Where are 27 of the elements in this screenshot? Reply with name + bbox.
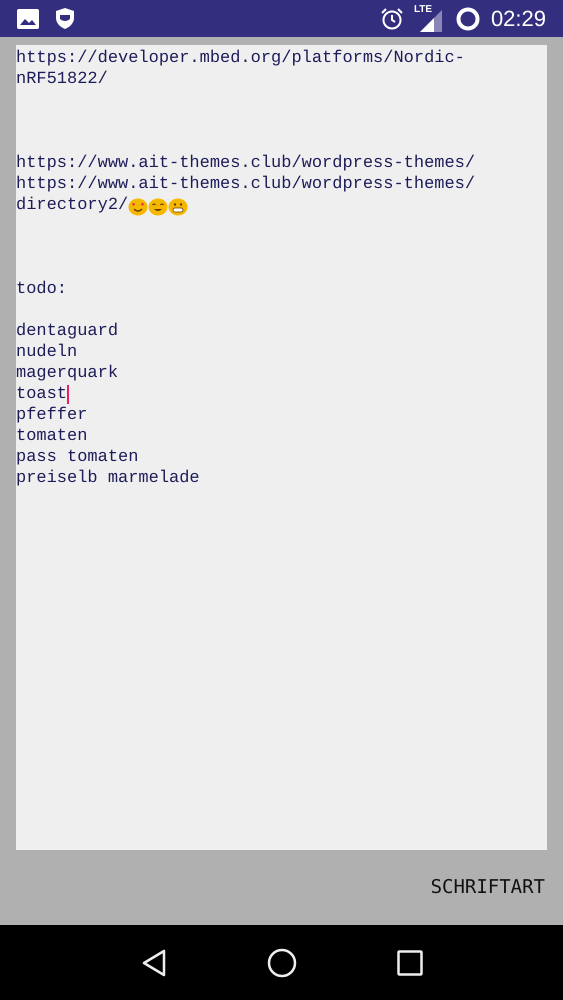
- text-line: nudeln: [16, 342, 78, 363]
- smiling-face-icon: [148, 196, 168, 216]
- text-line: magerquark: [16, 363, 118, 384]
- image-icon: [17, 8, 39, 28]
- text-line: https://developer.mbed.org/platforms/Nordic-: [16, 48, 465, 69]
- text-line: https://www.ait-themes.club/wordpress-themes/: [16, 153, 476, 174]
- grinning-face-icon: [168, 196, 188, 216]
- clock-time: 02:29: [490, 8, 546, 30]
- network-label: LTE: [414, 4, 432, 16]
- heart-eyes-face-icon: [128, 196, 148, 216]
- text-line: todo:: [16, 279, 68, 300]
- data-saver-icon: [456, 6, 480, 30]
- text-line: tomaten: [16, 426, 88, 447]
- text-line: dentaguard: [16, 321, 118, 342]
- back-icon[interactable]: [140, 948, 168, 978]
- home-icon[interactable]: [267, 948, 298, 978]
- text-line: pfeffer: [16, 405, 88, 426]
- text-line: pass tomaten: [16, 447, 138, 468]
- text-line: preiselb marmelade: [16, 468, 200, 489]
- text-line: https://www.ait-themes.club/wordpress-themes/: [16, 174, 476, 195]
- text-line: toast: [16, 384, 68, 405]
- shield-icon: [56, 8, 74, 29]
- alarm-icon: [380, 6, 404, 30]
- text-line: nRF51822/: [16, 69, 108, 90]
- font-button[interactable]: SCHRIFTART: [428, 875, 547, 899]
- text-line: directory2/: [16, 195, 128, 216]
- recents-icon[interactable]: [397, 950, 424, 976]
